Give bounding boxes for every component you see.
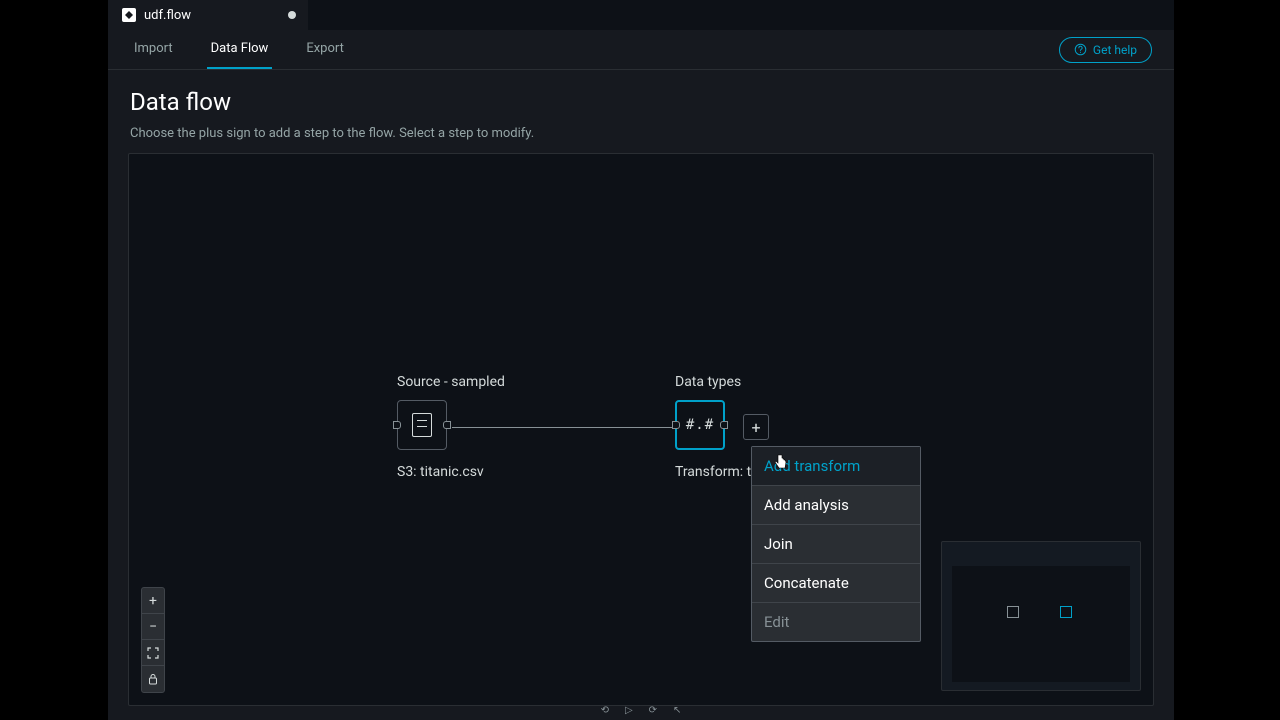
menu-label: Concatenate [764,574,849,592]
app-logo-icon [122,8,136,22]
menu-item-edit[interactable]: Edit [752,603,920,641]
node-datatypes[interactable]: Data types #.# Transform: t [675,374,751,480]
minimap[interactable] [941,541,1141,691]
port-in[interactable] [672,421,680,429]
port-out[interactable] [720,421,728,429]
page-title: Data flow [130,88,1152,116]
add-step-button[interactable]: + [743,414,769,440]
get-help-button[interactable]: Get help [1059,37,1152,63]
minus-icon: − [149,619,157,635]
minimap-viewport [952,566,1130,682]
zoom-out-button[interactable]: − [142,614,164,640]
zoom-lock-button[interactable] [142,666,164,692]
fit-icon [147,647,159,659]
footer-controls: ⟲ ▷ ⟳ ↖ [601,705,682,716]
zoom-in-button[interactable]: + [142,588,164,614]
app-frame: udf.flow Import Data Flow Export Get hel… [108,0,1174,720]
tab-import[interactable]: Import [130,30,177,69]
footer-icon[interactable]: ⟲ [601,705,609,716]
node-box[interactable]: #.# [675,400,725,450]
node-title: Source - sampled [397,374,505,390]
flow-canvas[interactable]: Source - sampled S3: titanic.csv Data ty… [128,153,1154,706]
page-header: Data flow Choose the plus sign to add a … [108,70,1174,153]
tab-label: Import [134,41,173,56]
zoom-fit-button[interactable] [142,640,164,666]
help-icon [1074,43,1087,56]
node-caption: Transform: t [675,464,751,480]
tab-label: Data Flow [211,41,269,56]
page-subtitle: Choose the plus sign to add a step to th… [130,126,1152,141]
node-title: Data types [675,374,751,390]
menu-item-join[interactable]: Join [752,525,920,564]
help-label: Get help [1093,43,1137,57]
menu-item-concatenate[interactable]: Concatenate [752,564,920,603]
node-caption: S3: titanic.csv [397,464,505,480]
footer-icon[interactable]: ▷ [625,705,633,716]
footer-cursor-icon: ↖ [673,705,681,716]
file-tab[interactable]: udf.flow [108,0,308,30]
footer-icon[interactable]: ⟳ [649,705,657,716]
document-icon [412,413,432,437]
node-box[interactable] [397,400,447,450]
plus-icon: + [149,593,157,609]
menu-item-add-transform[interactable]: Add transform [752,447,920,486]
zoom-controls: + − [141,587,165,693]
nav-row: Import Data Flow Export Get help [108,30,1174,70]
unsaved-dot-icon [288,11,296,19]
tab-data-flow[interactable]: Data Flow [207,30,273,69]
edge-source-to-datatypes [452,427,672,428]
port-in[interactable] [393,421,401,429]
file-tab-name: udf.flow [144,8,191,23]
file-tab-bar: udf.flow [108,0,1174,30]
minimap-node [1007,606,1019,618]
lock-icon [147,673,159,685]
canvas-wrap: Source - sampled S3: titanic.csv Data ty… [108,153,1174,720]
hash-icon: #.# [686,417,714,433]
menu-item-add-analysis[interactable]: Add analysis [752,486,920,525]
port-out[interactable] [443,421,451,429]
minimap-node [1060,606,1072,618]
menu-label: Add transform [764,457,860,475]
menu-label: Edit [764,613,789,631]
menu-label: Join [764,535,793,553]
tab-label: Export [306,41,344,56]
plus-icon: + [751,418,760,437]
tab-export[interactable]: Export [302,30,348,69]
nav-tabs: Import Data Flow Export [130,30,348,69]
menu-label: Add analysis [764,496,849,514]
context-menu: Add transform Add analysis Join Concaten… [751,446,921,642]
